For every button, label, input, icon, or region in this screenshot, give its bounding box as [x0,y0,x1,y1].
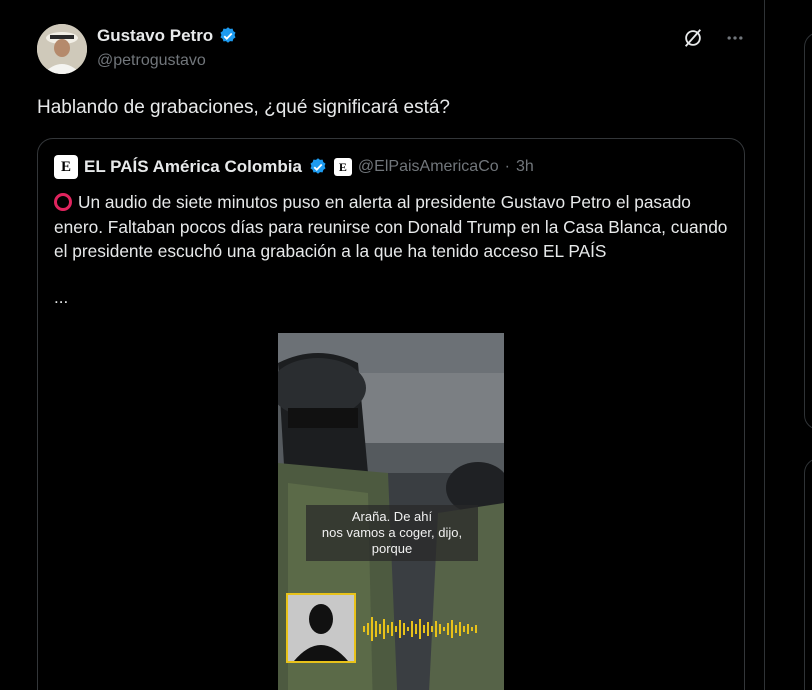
sidebar-card [804,458,812,690]
quoted-tweet-body: Un audio de siete minutos puso en alerta… [54,190,734,264]
quoted-author-handle[interactable]: @ElPaisAmericaCo [358,158,499,176]
affiliate-badge: E [333,158,352,176]
verified-badge-icon [310,158,326,174]
video-caption: Araña. De ahí nos vamos a coger, dijo, p… [306,505,478,561]
el-pais-logo[interactable]: E [54,155,78,179]
separator-dot: · [504,158,510,175]
quoted-tweet[interactable]: E EL PAÍS América Colombia E @ElPaisAmer… [37,138,745,690]
right-sidebar [766,0,812,690]
sidebar-card [804,32,812,430]
quoted-timestamp[interactable]: 3h [516,158,534,176]
avatar[interactable] [37,24,87,74]
grok-icon[interactable] [681,26,705,50]
speaker-silhouette-icon [286,593,356,663]
author-name[interactable]: Gustavo Petro [97,26,213,46]
red-circle-emoji-icon [54,193,72,211]
more-options-icon[interactable] [723,26,747,50]
quoted-tweet-header: E EL PAÍS América Colombia E @ElPaisAmer… [54,155,534,179]
quoted-ellipsis: ... [54,288,69,307]
video-thumbnail[interactable]: Araña. De ahí nos vamos a coger, dijo, p… [278,333,504,690]
tweet-header: Gustavo Petro @petrogustavo [37,24,747,74]
author-handle[interactable]: @petrogustavo [97,52,206,70]
quoted-author-name[interactable]: EL PAÍS América Colombia [84,157,302,177]
timeline-column: Gustavo Petro @petrogustavo Hablando de … [0,0,765,690]
tweet-text: Hablando de grabaciones, ¿qué significar… [37,97,450,118]
audio-waveform-icon [363,617,477,641]
verified-badge-icon [220,27,236,43]
quoted-tweet-text: Un audio de siete minutos puso en alerta… [54,192,728,261]
